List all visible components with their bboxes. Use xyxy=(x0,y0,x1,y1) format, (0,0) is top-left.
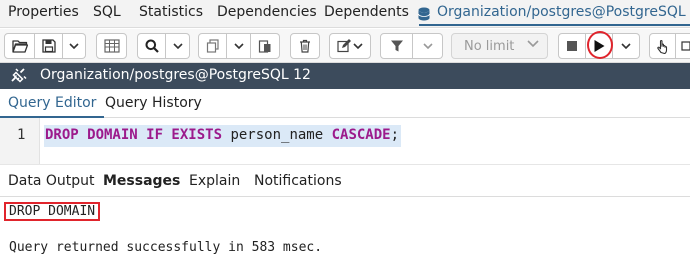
tab-dependencies[interactable]: Dependencies xyxy=(217,4,317,20)
chevron-down-icon xyxy=(422,43,433,49)
connection-plug-icon xyxy=(11,68,27,83)
chevron-down-icon xyxy=(233,43,244,49)
tab-data-output[interactable]: Data Output xyxy=(8,173,95,189)
find-dropdown-button[interactable] xyxy=(166,33,190,59)
open-file-icon xyxy=(11,40,28,53)
sql-keyword: DROP DOMAIN IF EXISTS xyxy=(45,127,223,143)
delete-button[interactable] xyxy=(290,33,320,59)
messages-panel: DROP DOMAIN Query returned successfully … xyxy=(0,198,690,280)
tab-messages[interactable]: Messages xyxy=(103,173,180,189)
tab-query-editor[interactable]: Query Editor xyxy=(0,95,105,118)
chevron-down-icon xyxy=(69,43,79,49)
result-message-command: DROP DOMAIN xyxy=(4,202,101,221)
database-icon xyxy=(418,7,430,21)
row-limit-value: No limit xyxy=(464,38,515,54)
result-message-status: Query returned successfully in 583 msec. xyxy=(9,240,323,255)
panel-tab-strip: Properties SQL Statistics Dependencies D… xyxy=(0,0,690,28)
find-button[interactable] xyxy=(137,33,166,59)
chevron-down-icon xyxy=(621,43,631,49)
code-line[interactable]: DROP DOMAIN IF EXISTS person_name CASCAD… xyxy=(44,125,402,147)
tab-query-history[interactable]: Query History xyxy=(105,95,202,111)
chevron-down-icon xyxy=(527,40,539,48)
paste-button[interactable] xyxy=(251,33,280,59)
copy-dropdown-button[interactable] xyxy=(227,33,251,59)
sql-editor[interactable]: 1 DROP DOMAIN IF EXISTS person_name CASC… xyxy=(0,118,690,164)
edit-dropdown-button[interactable] xyxy=(329,33,371,59)
tab-dependents[interactable]: Dependents xyxy=(324,4,409,20)
result-tab-strip: Data Output Messages Explain Notificatio… xyxy=(0,164,690,197)
paste-icon xyxy=(258,40,271,53)
stop-icon xyxy=(567,41,577,51)
delete-icon xyxy=(300,39,310,53)
filter-button[interactable] xyxy=(380,33,413,59)
tab-notifications[interactable]: Notifications xyxy=(254,173,342,189)
editor-tab-strip: Query Editor Query History xyxy=(0,89,690,118)
connection-bar[interactable]: Organization/postgres@PostgreSQL 12 xyxy=(0,63,690,89)
filter-dropdown-button[interactable] xyxy=(413,33,443,59)
line-number: 1 xyxy=(17,127,26,143)
execute-button[interactable] xyxy=(586,33,613,59)
row-limit-select[interactable]: No limit xyxy=(451,33,548,59)
cancel-query-button[interactable] xyxy=(558,33,586,59)
open-file-button[interactable] xyxy=(4,33,35,59)
save-icon xyxy=(41,39,56,53)
query-toolbar: No limit xyxy=(0,29,690,63)
rollback-button[interactable] xyxy=(676,33,690,59)
line-gutter: 1 xyxy=(0,118,40,164)
rollback-icon xyxy=(680,41,690,51)
sql-punctuation: ; xyxy=(390,127,400,143)
tab-explain[interactable]: Explain xyxy=(189,173,240,189)
edit-icon xyxy=(337,39,363,53)
tab-statistics[interactable]: Statistics xyxy=(139,4,203,20)
hand-icon xyxy=(656,39,667,54)
tab-sql[interactable]: SQL xyxy=(93,4,121,20)
execute-icon xyxy=(594,40,605,52)
commit-button[interactable] xyxy=(649,33,676,59)
grid-icon xyxy=(103,39,120,53)
edit-grid-button[interactable] xyxy=(96,33,127,59)
chevron-down-icon xyxy=(172,43,183,49)
save-dropdown-button[interactable] xyxy=(63,33,86,59)
execute-dropdown-button[interactable] xyxy=(613,33,640,59)
save-button[interactable] xyxy=(35,33,63,59)
sql-identifier: person_name xyxy=(222,127,332,143)
filter-icon xyxy=(390,40,403,52)
sql-keyword: CASCADE xyxy=(331,127,391,143)
copy-icon xyxy=(206,39,219,53)
tab-properties[interactable]: Properties xyxy=(8,4,79,20)
connection-label: Organization/postgres@PostgreSQL 12 xyxy=(40,67,311,83)
find-icon xyxy=(145,39,159,53)
tab-query-tool[interactable]: Organization/postgres@PostgreSQL 12 * xyxy=(418,4,690,26)
copy-button[interactable] xyxy=(198,33,227,59)
